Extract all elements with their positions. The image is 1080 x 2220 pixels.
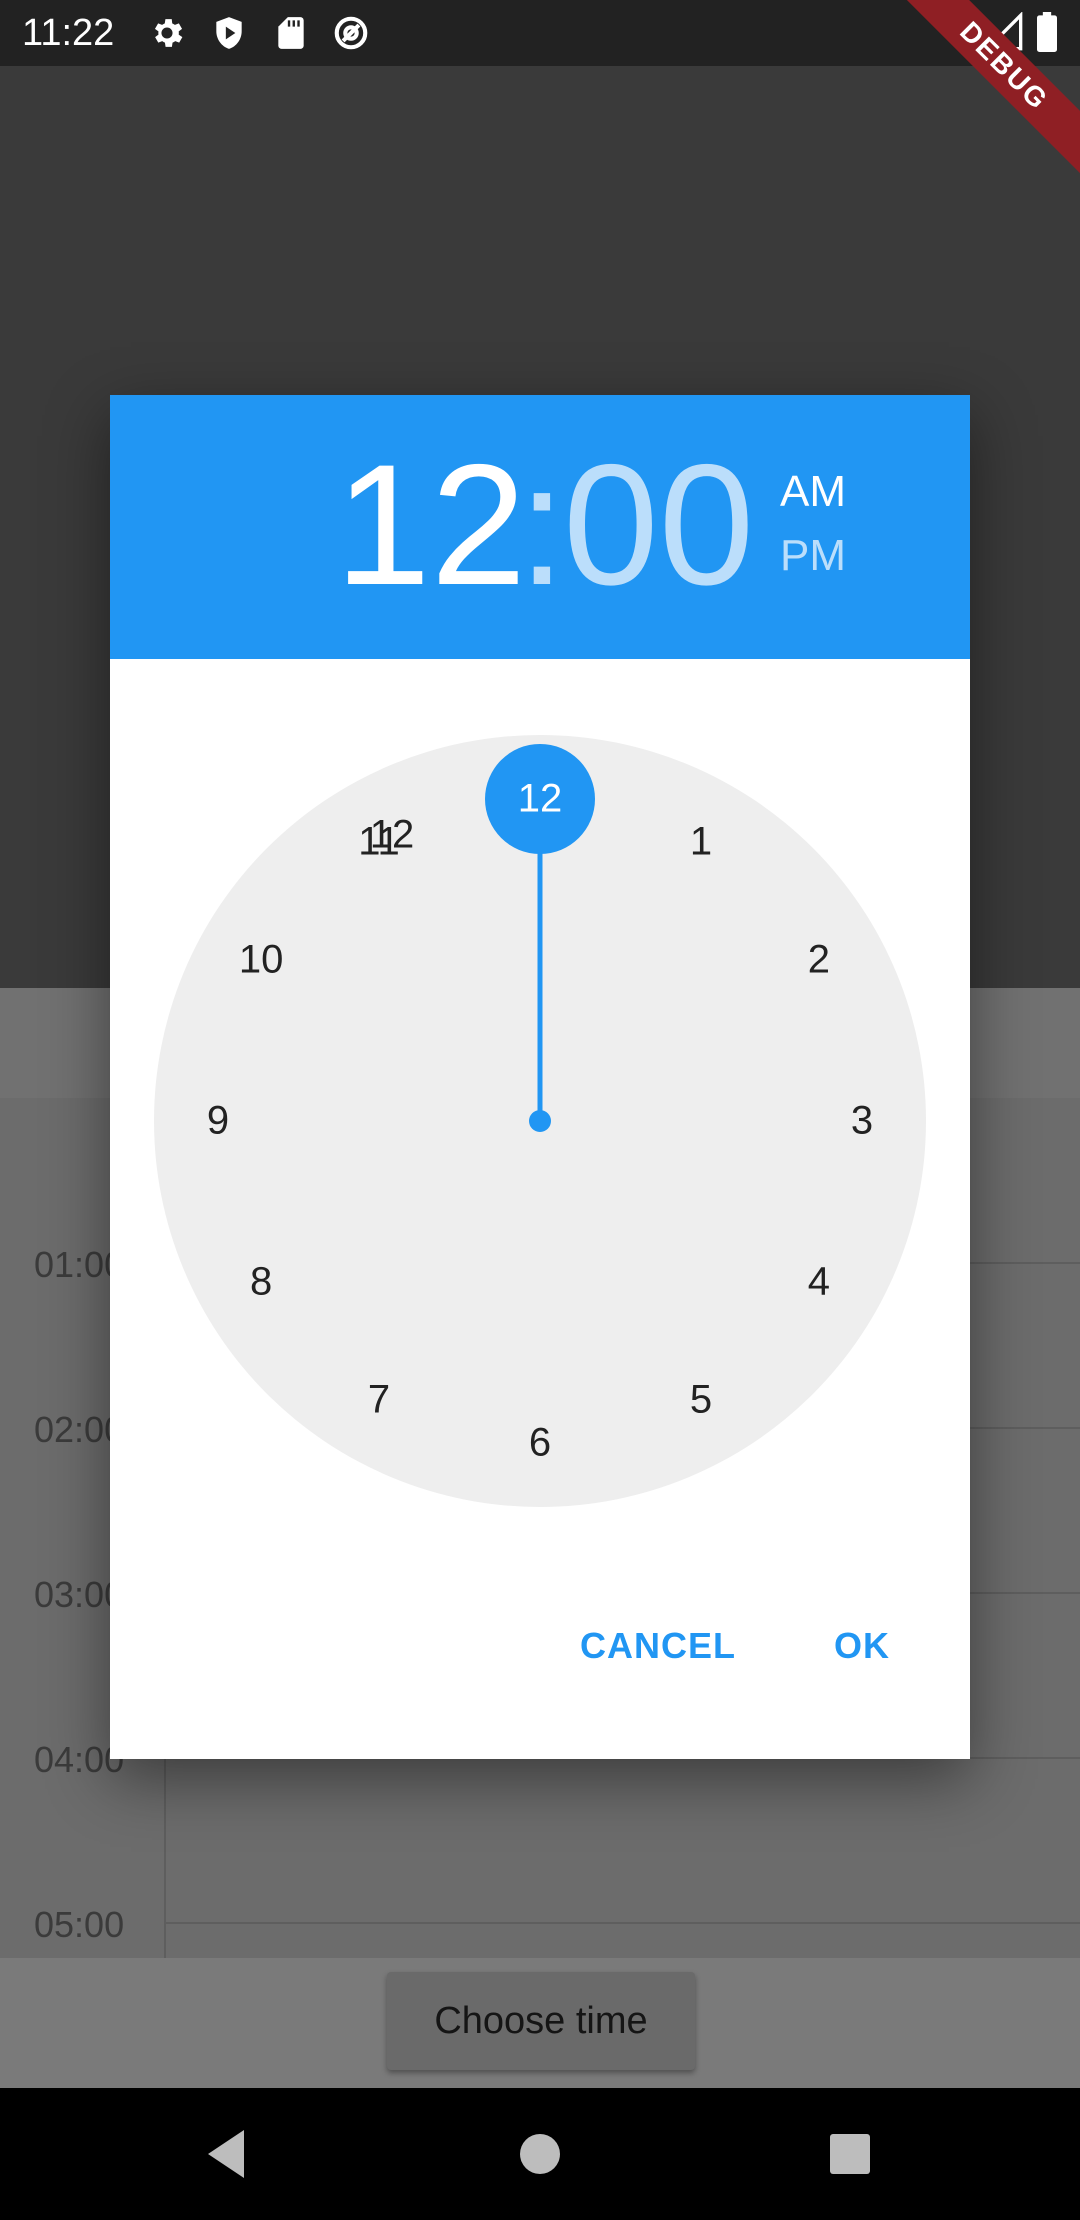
header-minute[interactable]: 00 <box>563 435 754 615</box>
dial-face <box>154 735 926 1507</box>
hour-label: 05:00 <box>34 1904 125 1945</box>
dial-hour-10[interactable]: 10 <box>239 938 284 983</box>
dial-hour-12-alt[interactable]: 12 <box>370 813 415 858</box>
at-sign-icon <box>334 16 368 50</box>
dial-hour-7[interactable]: 7 <box>368 1377 390 1422</box>
clock-dial[interactable]: 12 1 2 3 4 5 6 7 8 9 10 11 12 <box>154 735 926 1507</box>
choose-time-button[interactable]: Choose time <box>387 1972 695 2070</box>
settings-icon <box>154 19 183 47</box>
dial-hour-3[interactable]: 3 <box>851 1099 873 1144</box>
dial-hour-12[interactable]: 12 <box>518 777 563 822</box>
shield-icon <box>216 17 242 49</box>
am-toggle[interactable]: AM <box>780 467 846 517</box>
cancel-button[interactable]: CANCEL <box>580 1625 736 1667</box>
header-hour[interactable]: 12 <box>335 435 526 615</box>
back-icon[interactable] <box>166 2088 286 2220</box>
dial-hour-5[interactable]: 5 <box>690 1377 712 1422</box>
battery-icon <box>1037 12 1057 52</box>
recents-icon[interactable] <box>790 2088 910 2220</box>
sd-card-icon <box>278 17 304 49</box>
dial-hour-2[interactable]: 2 <box>808 938 830 983</box>
navigation-bar <box>0 2088 1080 2220</box>
home-icon[interactable] <box>480 2088 600 2220</box>
hour-gridline <box>166 1922 1080 1924</box>
time-picker-header: 12 : 00 AM PM <box>110 395 970 659</box>
ok-button[interactable]: OK <box>834 1625 890 1667</box>
status-time: 11:22 <box>22 12 115 54</box>
dial-hour-6[interactable]: 6 <box>529 1421 551 1466</box>
dial-hour-4[interactable]: 4 <box>808 1260 830 1305</box>
dial-hour-1[interactable]: 1 <box>690 820 712 865</box>
dial-hour-8[interactable]: 8 <box>250 1260 272 1305</box>
clock-center-dot <box>529 1110 551 1132</box>
pm-toggle[interactable]: PM <box>780 531 846 581</box>
dialog-actions: CANCEL OK <box>110 1625 970 1705</box>
dial-hour-9[interactable]: 9 <box>207 1099 229 1144</box>
time-picker-dialog: 12 : 00 AM PM 12 1 2 3 4 5 6 7 8 9 10 11 12 CANCEL O… <box>110 395 970 1759</box>
header-separator: : <box>518 429 566 621</box>
